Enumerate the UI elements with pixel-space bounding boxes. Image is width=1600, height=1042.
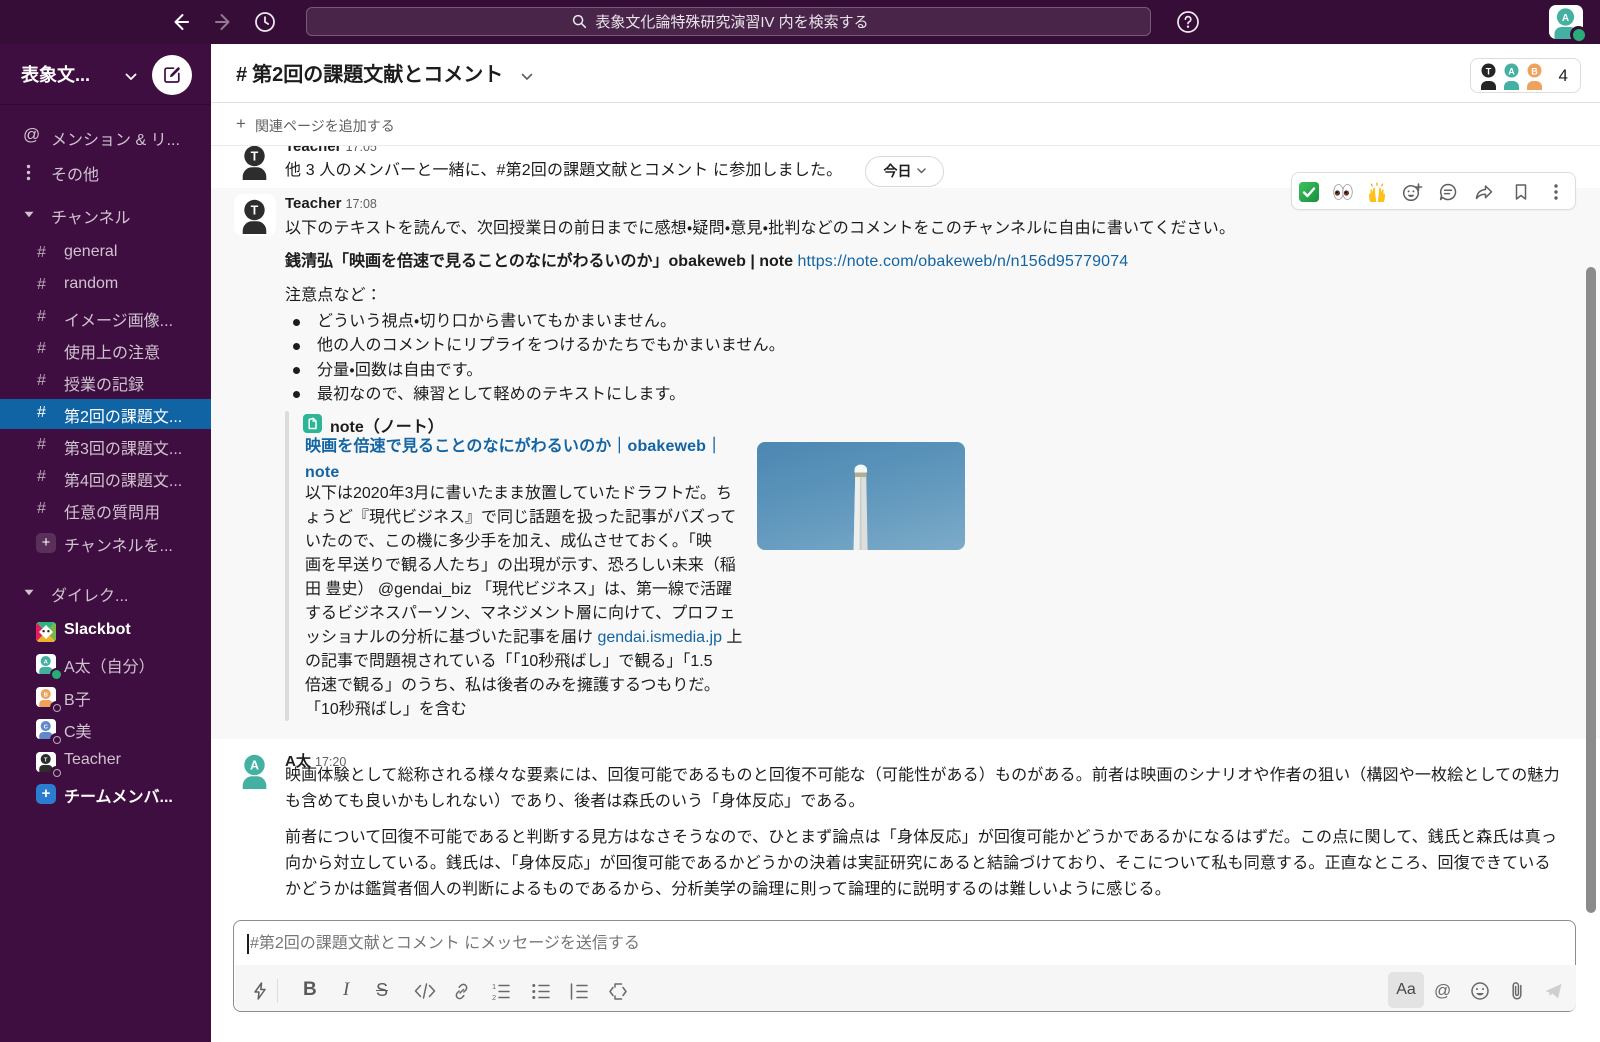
svg-text:A: A xyxy=(44,659,49,665)
svg-text:T: T xyxy=(250,204,258,218)
svg-text:T: T xyxy=(250,150,258,164)
svg-text:C: C xyxy=(44,724,49,730)
svg-text:1: 1 xyxy=(492,982,496,991)
svg-text:A: A xyxy=(1508,66,1515,76)
svg-text:A: A xyxy=(1562,13,1569,24)
svg-text:A: A xyxy=(249,759,258,773)
svg-text:2: 2 xyxy=(492,993,496,1001)
svg-text:T: T xyxy=(1485,66,1491,76)
svg-text:B: B xyxy=(1531,66,1538,76)
svg-text:T: T xyxy=(44,757,48,763)
svg-text:B: B xyxy=(44,692,48,698)
